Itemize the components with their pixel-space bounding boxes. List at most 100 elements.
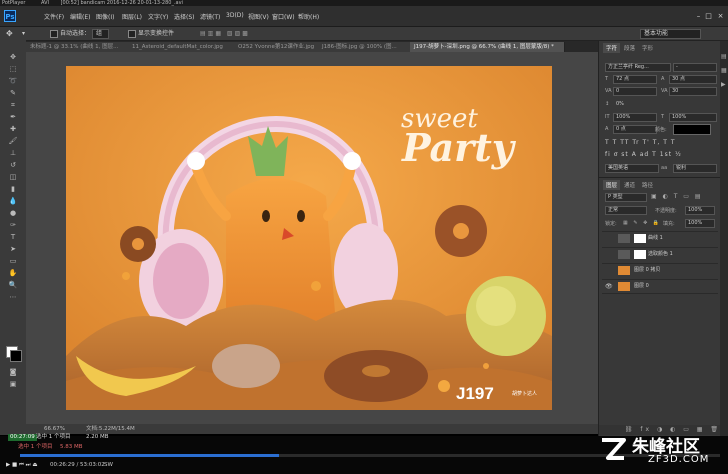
eyedropper-tool-icon[interactable]: ✒ bbox=[7, 113, 19, 121]
tsume-field[interactable]: 0% bbox=[613, 100, 647, 109]
font-family-select[interactable]: 方正兰亭纤 Reg... bbox=[605, 63, 671, 72]
eraser-tool-icon[interactable]: ◫ bbox=[7, 173, 19, 181]
style-btn-superscript[interactable]: T' bbox=[643, 139, 650, 146]
blur-tool-icon[interactable]: 💧 bbox=[7, 197, 19, 205]
auto-select-option[interactable]: 自动选择： bbox=[50, 29, 90, 38]
style-btn-italic[interactable]: T bbox=[613, 139, 618, 146]
ot-btn-discretionary[interactable]: st bbox=[621, 151, 628, 158]
tab-channels[interactable]: 通道 bbox=[621, 180, 638, 190]
pen-tool-icon[interactable]: ✑ bbox=[7, 221, 19, 229]
style-btn-underline[interactable]: T bbox=[663, 139, 668, 146]
quick-select-tool-icon[interactable]: ✎ bbox=[7, 89, 19, 97]
marquee-tool-icon[interactable]: ⬚ bbox=[7, 65, 19, 73]
layer-row-curves-1[interactable]: 曲线 1 bbox=[602, 231, 718, 245]
tab-j197-active[interactable]: J197-胡萝卜-深圳.png @ 66.7% (曲线 1, 图层蒙版/8) * bbox=[410, 42, 565, 52]
vertical-scale-field[interactable]: 100% bbox=[613, 113, 657, 122]
move-tool-icon[interactable]: ✥ bbox=[6, 29, 13, 38]
style-btn-bold[interactable]: T bbox=[605, 139, 610, 146]
text-style-buttons[interactable]: T T TT Tr T' T, T T bbox=[605, 139, 676, 146]
ot-btn-ordinals[interactable]: 1st bbox=[660, 151, 672, 158]
blend-mode-select[interactable]: 正常 bbox=[605, 206, 647, 215]
menu-select[interactable]: 选择(S) bbox=[174, 12, 195, 21]
path-select-tool-icon[interactable]: ➤ bbox=[7, 245, 19, 253]
background-color-swatch[interactable] bbox=[10, 350, 22, 362]
auto-select-dropdown[interactable]: 组 bbox=[92, 29, 110, 39]
tab-untitled-1[interactable]: 未标题-1 @ 33.1% (曲线 1, 图层... bbox=[26, 42, 135, 52]
tab-j186[interactable]: J186-图标.jpg @ 100% (图... bbox=[318, 42, 417, 52]
zoom-level[interactable]: 66.67% bbox=[44, 424, 65, 434]
ot-btn-stylistic[interactable]: ad bbox=[640, 151, 650, 158]
align-buttons[interactable]: ▤▥▦ ▧▨▩ bbox=[200, 29, 250, 38]
tracking-field[interactable]: 30 bbox=[669, 87, 717, 96]
tab-paths[interactable]: 路径 bbox=[639, 180, 656, 190]
decoder-mode[interactable]: SW bbox=[104, 462, 113, 469]
menu-layer[interactable]: 图层(L) bbox=[122, 12, 142, 21]
crop-tool-icon[interactable]: ⌗ bbox=[7, 101, 19, 109]
workspace-dropdown[interactable]: 基本功能 bbox=[640, 29, 701, 39]
tool-preset-picker[interactable]: ▾ bbox=[22, 29, 25, 38]
lock-icons[interactable]: ▦ ✎ ✥ 🔒 bbox=[623, 220, 661, 226]
menu-window[interactable]: 窗口(W) bbox=[272, 12, 295, 21]
menu-file[interactable]: 文件(F) bbox=[44, 12, 64, 21]
menu-help[interactable]: 帮助(H) bbox=[298, 12, 319, 21]
type-tool-icon[interactable]: T bbox=[7, 233, 19, 241]
font-style-select[interactable]: - bbox=[673, 63, 717, 72]
text-color-swatch[interactable] bbox=[673, 124, 711, 135]
layer-row-layer-0-copy[interactable]: 图层 0 拷贝 bbox=[602, 263, 718, 277]
opacity-field[interactable]: 100% bbox=[685, 206, 715, 215]
tab-paragraph[interactable]: 段落 bbox=[621, 43, 638, 53]
language-select[interactable]: 美国英语 bbox=[605, 164, 659, 173]
menu-3d[interactable]: 3D(D) bbox=[226, 12, 244, 19]
leading-field[interactable]: 30 点 bbox=[669, 75, 717, 84]
artwork-canvas[interactable]: sweet Party J197 胡萝卜达人 bbox=[66, 66, 552, 410]
move-tool-icon[interactable]: ✥ bbox=[7, 53, 19, 61]
tab-asteroid[interactable]: 11_Asteroid_defaultMat_color.jpg bbox=[128, 42, 241, 52]
layer-filter-select[interactable]: P 类型 bbox=[605, 193, 647, 202]
properties-panel-icon[interactable]: ▦ bbox=[721, 67, 727, 74]
opentype-buttons[interactable]: fi ơ st A ad T 1st ½ bbox=[605, 151, 682, 158]
ot-btn-fractions[interactable]: ½ bbox=[675, 151, 682, 158]
actions-panel-icon[interactable]: ▶ bbox=[721, 81, 726, 88]
antialias-select[interactable]: 锐利 bbox=[673, 164, 717, 173]
layer-row-selective-color-1[interactable]: 选取颜色 1 bbox=[602, 247, 718, 261]
auto-select-checkbox[interactable] bbox=[50, 29, 58, 38]
style-btn-subscript[interactable]: T, bbox=[653, 139, 661, 146]
history-panel-icon[interactable]: ▤ bbox=[721, 53, 727, 60]
show-transform-checkbox[interactable] bbox=[128, 29, 136, 38]
ot-btn-ligature[interactable]: fi bbox=[605, 151, 611, 158]
menu-edit[interactable]: 编辑(E) bbox=[70, 12, 90, 21]
ot-btn-oldstyle[interactable]: ơ bbox=[614, 151, 619, 158]
ot-btn-swash[interactable]: A bbox=[632, 151, 637, 158]
minimize-button[interactable]: – bbox=[694, 12, 703, 20]
show-transform-option[interactable]: 显示变换控件 bbox=[128, 29, 174, 38]
shape-tool-icon[interactable]: ▭ bbox=[7, 257, 19, 265]
history-brush-tool-icon[interactable]: ↺ bbox=[7, 161, 19, 169]
style-btn-strike[interactable]: T bbox=[671, 139, 676, 146]
play-pause-button[interactable]: ▶ ■ ⏮ ⏭ ⏏ bbox=[6, 462, 38, 469]
screen-mode-icon[interactable]: ▣ bbox=[7, 380, 19, 388]
tab-layers[interactable]: 图层 bbox=[603, 180, 621, 190]
kerning-field[interactable]: 0 bbox=[613, 87, 657, 96]
dodge-tool-icon[interactable]: ● bbox=[7, 209, 19, 217]
style-btn-allcaps[interactable]: TT bbox=[620, 139, 629, 146]
tab-o252-yvonne[interactable]: O252 Yvonne第12课作业.jpg bbox=[234, 42, 325, 52]
menu-image[interactable]: 图像(I) bbox=[96, 12, 114, 21]
layer-row-layer-0[interactable]: 👁 图层 0 bbox=[602, 279, 718, 294]
fill-field[interactable]: 100% bbox=[685, 219, 715, 228]
zoom-tool-icon[interactable]: 🔍 bbox=[7, 281, 19, 289]
tab-character[interactable]: 字符 bbox=[603, 43, 621, 53]
menu-filter[interactable]: 滤镜(T) bbox=[200, 12, 220, 21]
font-size-field[interactable]: 72 点 bbox=[613, 75, 657, 84]
healing-brush-tool-icon[interactable]: ✚ bbox=[7, 125, 19, 133]
tab-glyphs[interactable]: 字形 bbox=[639, 43, 656, 53]
maximize-button[interactable]: □ bbox=[704, 12, 713, 20]
more-tools-icon[interactable]: ⋯ bbox=[7, 293, 19, 301]
close-button[interactable]: × bbox=[716, 12, 725, 20]
ot-btn-titling[interactable]: T bbox=[652, 151, 657, 158]
visibility-eye-icon[interactable]: 👁 bbox=[605, 280, 613, 293]
lasso-tool-icon[interactable]: ➰ bbox=[7, 77, 19, 85]
quick-mask-icon[interactable]: ◙ bbox=[7, 368, 19, 376]
horizontal-scale-field[interactable]: 100% bbox=[669, 113, 717, 122]
baseline-field[interactable]: 0 点 bbox=[613, 125, 657, 134]
layer-filter-icons[interactable]: ▣ ◐ T ▭ ▤ bbox=[651, 193, 703, 200]
